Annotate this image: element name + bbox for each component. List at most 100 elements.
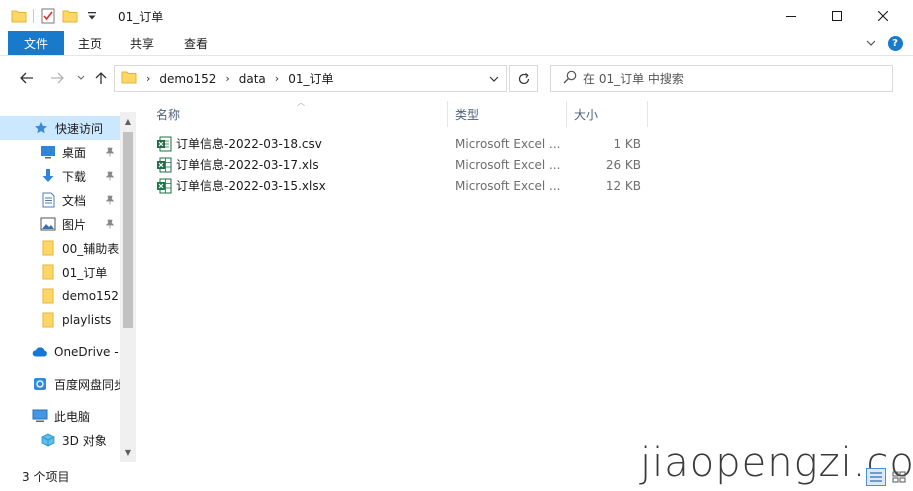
search-input[interactable]: 在 01_订单 中搜索 <box>583 70 684 87</box>
details-view-button[interactable] <box>866 468 886 486</box>
nav-label: 01_订单 <box>62 265 108 280</box>
breadcrumb-separator-icon[interactable]: › <box>146 72 150 85</box>
nav-item-3d-objects[interactable]: 3D 对象 <box>0 428 120 452</box>
help-icon: ? <box>887 35 903 51</box>
navigation-pane: 快速访问 桌面 下载 文档 图片 00_辅助表 01_订单 demo152 pl… <box>0 112 136 462</box>
close-button[interactable] <box>860 0 906 31</box>
file-name: 订单信息-2022-03-18.csv <box>176 137 322 151</box>
document-icon <box>40 192 56 208</box>
nav-item-this-pc[interactable]: 此电脑 <box>0 404 120 428</box>
expand-ribbon-chevron-icon[interactable] <box>860 31 882 55</box>
nav-item-pictures[interactable]: 图片 <box>0 212 120 236</box>
pin-icon[interactable] <box>105 218 115 232</box>
nav-label: OneDrive - <box>54 345 119 359</box>
picture-icon <box>40 216 56 232</box>
download-arrow-icon <box>40 168 56 184</box>
nav-label: 3D 对象 <box>62 433 107 448</box>
tab-view[interactable]: 查看 <box>172 31 220 55</box>
nav-label: demo152 <box>62 289 119 303</box>
file-row[interactable]: 订单信息-2022-03-17.xls Microsoft Excel ... … <box>156 154 656 175</box>
folder-icon[interactable] <box>8 5 30 27</box>
address-history-chevron-icon[interactable] <box>486 71 502 87</box>
nav-label: 百度网盘同步 <box>54 377 120 392</box>
quick-access-toolbar <box>0 0 103 31</box>
help-button[interactable]: ? <box>884 31 906 55</box>
minimize-button[interactable] <box>768 0 814 31</box>
tab-home[interactable]: 主页 <box>66 31 114 55</box>
address-bar[interactable]: › demo152 › data › 01_订单 <box>114 65 507 92</box>
nav-label: 下载 <box>62 169 87 184</box>
file-type: Microsoft Excel ... <box>455 178 561 193</box>
nav-item-downloads[interactable]: 下载 <box>0 164 120 188</box>
nav-label: playlists <box>62 313 112 327</box>
3d-objects-icon <box>40 432 56 448</box>
star-icon <box>33 120 49 136</box>
back-button[interactable] <box>16 67 38 89</box>
pin-icon[interactable] <box>105 194 115 208</box>
column-header-name[interactable]: 名称 <box>150 101 448 127</box>
desktop-icon <box>40 144 56 160</box>
nav-item-folder-demo152[interactable]: demo152 <box>0 284 120 308</box>
scroll-up-arrow-icon[interactable]: ▲ <box>120 114 136 128</box>
large-icons-view-icon <box>892 471 906 483</box>
folder-icon <box>121 70 137 87</box>
up-button[interactable] <box>90 67 112 89</box>
recent-locations-chevron-icon[interactable] <box>70 67 92 89</box>
file-size: 26 KB <box>605 157 641 172</box>
nav-item-folder-playlists[interactable]: playlists <box>0 308 120 332</box>
tab-file[interactable]: 文件 <box>8 31 64 55</box>
nav-label: 00_辅助表 <box>62 241 120 256</box>
baidu-sync-icon <box>32 376 48 392</box>
search-box[interactable]: 在 01_订单 中搜索 <box>550 65 893 92</box>
large-icons-view-button[interactable] <box>889 468 909 486</box>
breadcrumb-data[interactable]: data <box>239 72 266 86</box>
nav-item-quick-access[interactable]: 快速访问 <box>0 116 120 140</box>
nav-item-baidu-sync[interactable]: 百度网盘同步 <box>0 372 120 396</box>
breadcrumb-current[interactable]: 01_订单 <box>288 70 333 87</box>
pin-icon[interactable] <box>105 146 115 160</box>
excel-csv-icon <box>156 136 172 152</box>
nav-item-folder-aux[interactable]: 00_辅助表 <box>0 236 120 260</box>
new-folder-icon[interactable] <box>59 5 81 27</box>
computer-icon <box>32 408 48 424</box>
search-icon <box>563 70 577 87</box>
nav-label: 桌面 <box>62 145 87 160</box>
nav-item-onedrive[interactable]: OneDrive - <box>0 340 120 364</box>
folder-icon <box>40 240 56 256</box>
window-title: 01_订单 <box>118 10 164 24</box>
column-header-size[interactable]: 大小 <box>568 101 648 127</box>
scroll-down-arrow-icon[interactable]: ▼ <box>120 445 136 459</box>
folder-icon <box>40 288 56 304</box>
nav-item-documents[interactable]: 文档 <box>0 188 120 212</box>
refresh-button[interactable] <box>509 65 538 92</box>
nav-label: 此电脑 <box>54 409 91 424</box>
file-row[interactable]: 订单信息-2022-03-15.xlsx Microsoft Excel ...… <box>156 175 656 196</box>
nav-item-desktop[interactable]: 桌面 <box>0 140 120 164</box>
address-toolbar: › demo152 › data › 01_订单 在 01_订单 中搜索 <box>0 57 913 99</box>
nav-item-folder-orders[interactable]: 01_订单 <box>0 260 120 284</box>
details-view-icon <box>870 472 882 482</box>
file-name: 订单信息-2022-03-17.xls <box>176 158 319 172</box>
file-row[interactable]: 订单信息-2022-03-18.csv Microsoft Excel ... … <box>156 133 656 154</box>
customize-toolbar-dropdown-icon[interactable] <box>81 5 103 27</box>
nav-label: 快速访问 <box>55 121 104 136</box>
title-bar: 01_订单 <box>0 0 913 31</box>
column-header-type[interactable]: 类型 <box>449 101 567 127</box>
file-type: Microsoft Excel ... <box>455 136 561 151</box>
folder-icon <box>40 312 56 328</box>
maximize-button[interactable] <box>814 0 860 31</box>
scrollbar-thumb[interactable] <box>123 132 133 328</box>
nav-scrollbar[interactable]: ▲ ▼ <box>120 112 136 462</box>
folder-icon <box>40 264 56 280</box>
nav-label: 图片 <box>62 217 87 232</box>
ribbon: 文件 主页 共享 查看 ? <box>0 31 913 56</box>
properties-icon[interactable] <box>37 5 59 27</box>
pin-icon[interactable] <box>105 170 115 184</box>
file-type: Microsoft Excel ... <box>455 157 561 172</box>
tab-share[interactable]: 共享 <box>118 31 166 55</box>
breadcrumb-separator-icon[interactable]: › <box>275 72 279 85</box>
breadcrumb-demo152[interactable]: demo152 <box>159 72 216 86</box>
breadcrumb-separator-icon[interactable]: › <box>225 72 229 85</box>
forward-button[interactable] <box>46 67 68 89</box>
cloud-icon <box>32 344 48 360</box>
